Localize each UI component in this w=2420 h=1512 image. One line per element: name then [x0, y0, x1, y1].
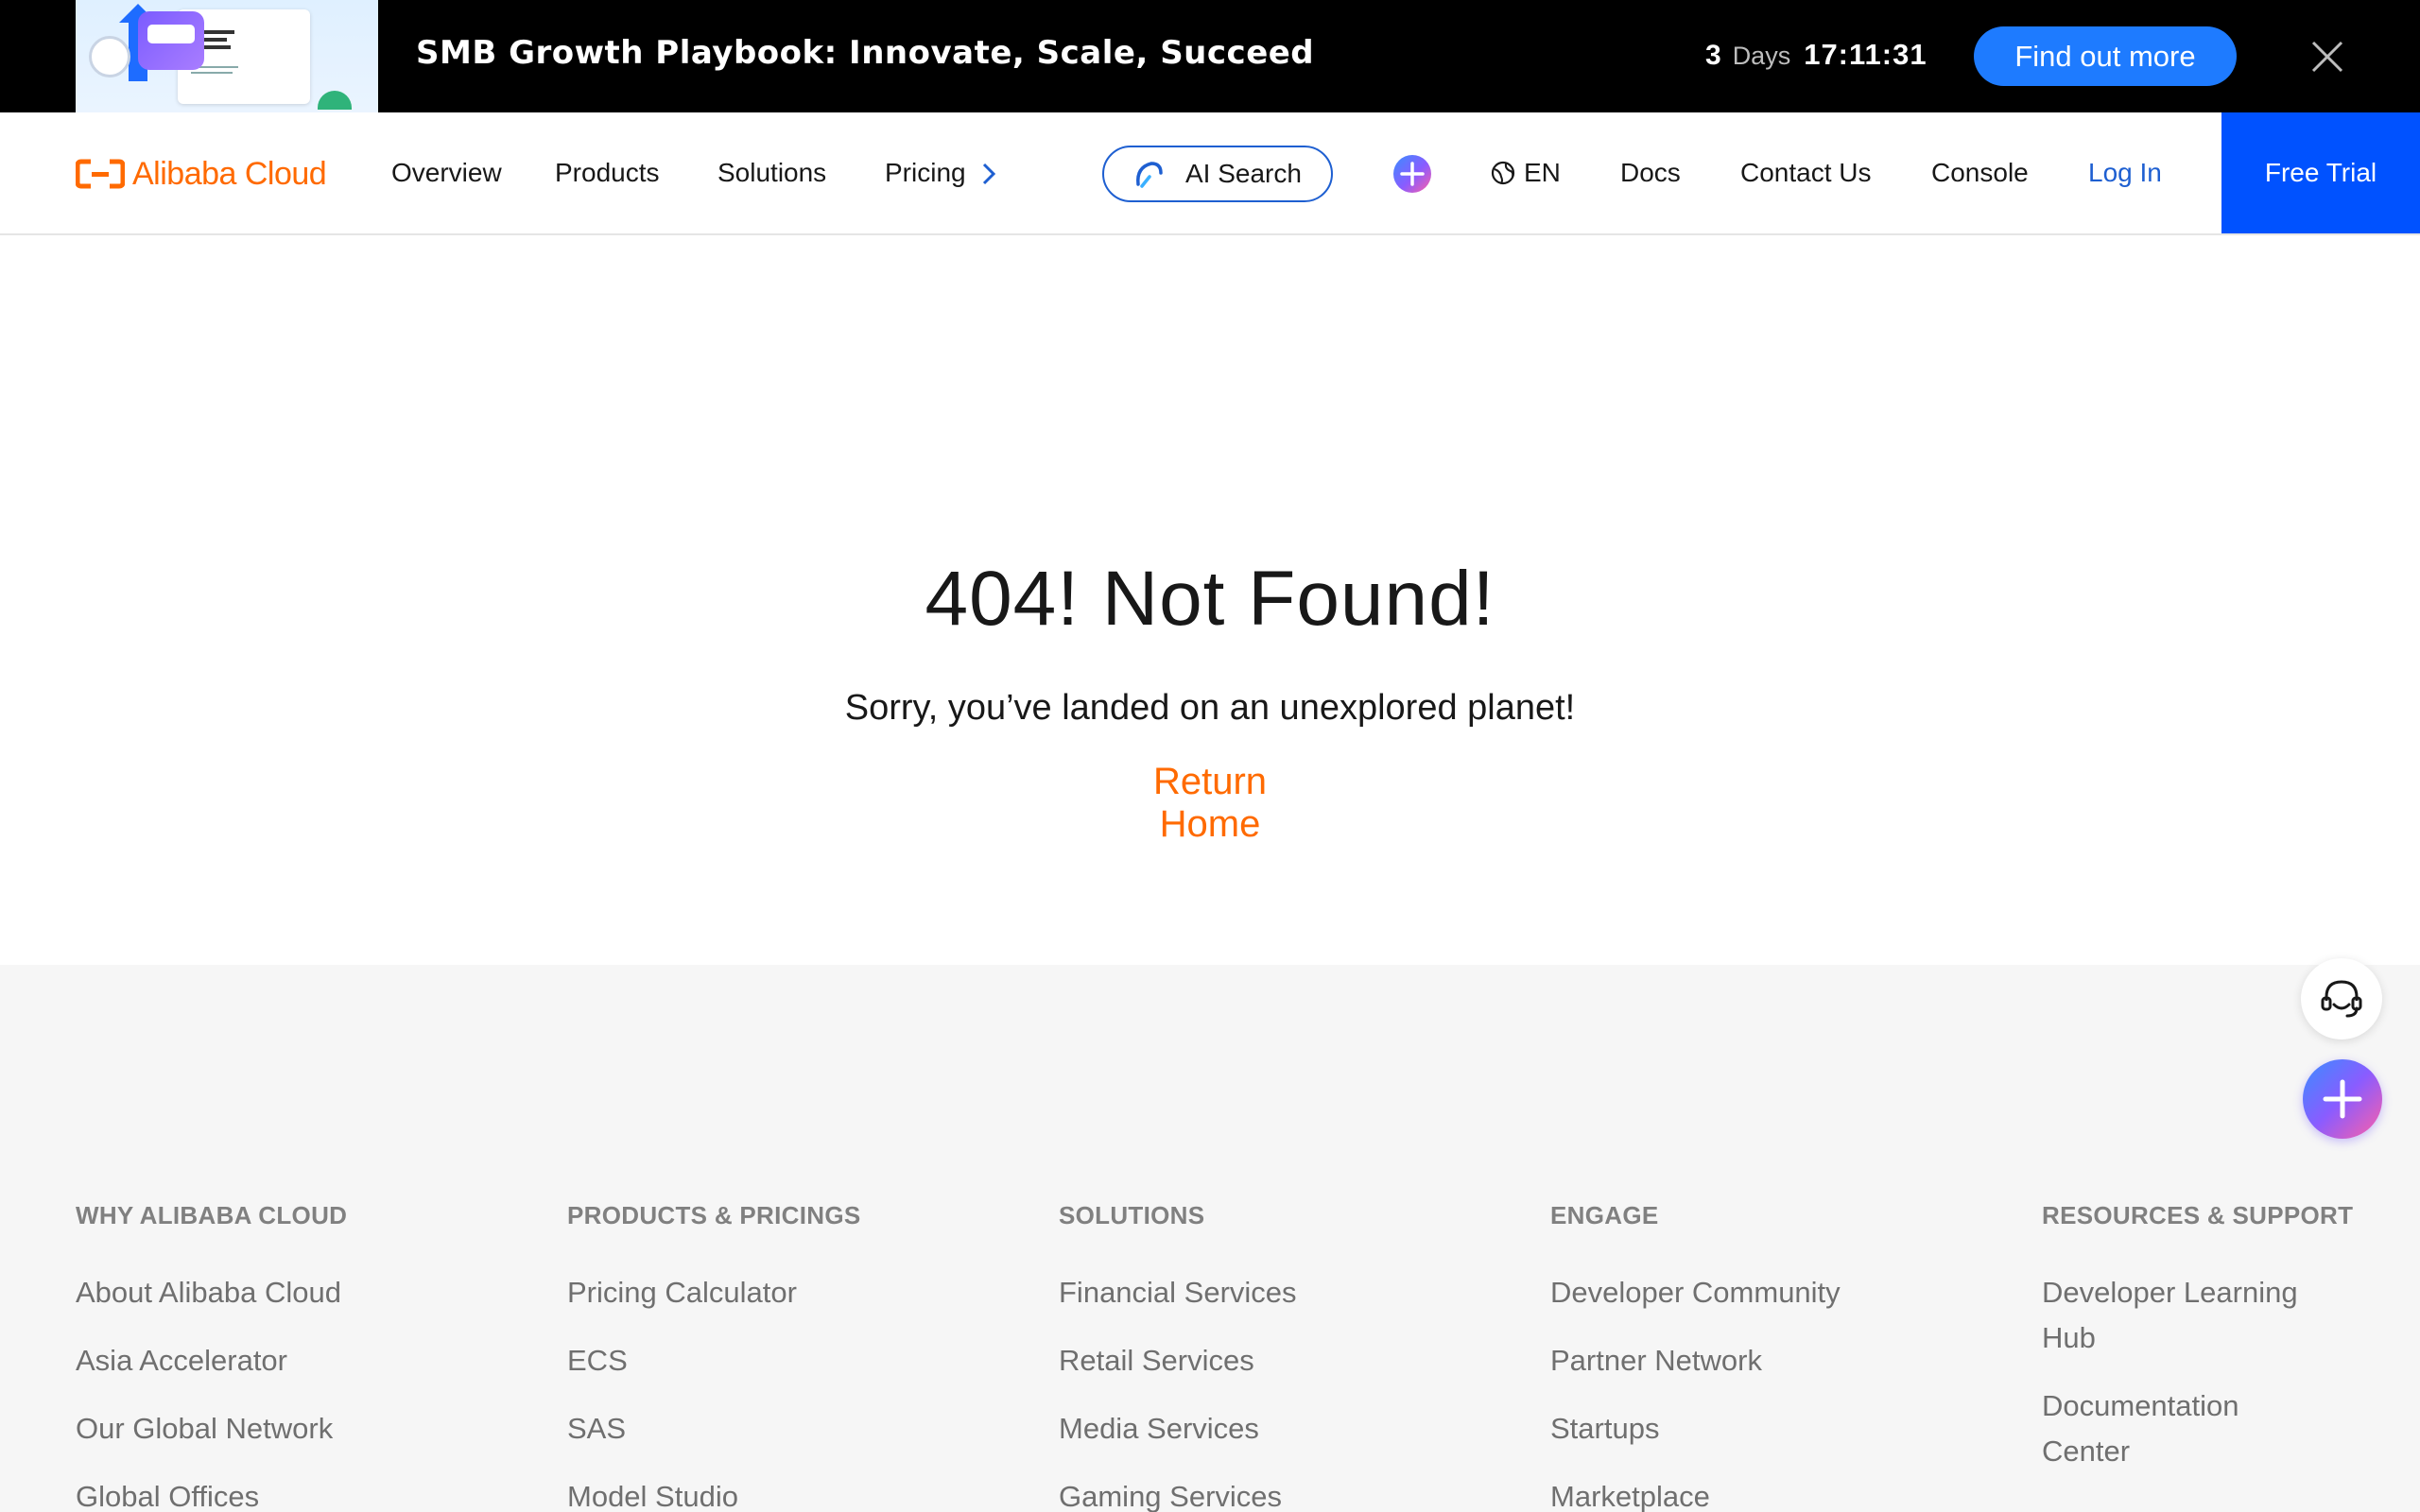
- countdown-days-label: Days: [1732, 42, 1791, 70]
- ai-search-label: AI Search: [1185, 159, 1302, 188]
- nav-overview[interactable]: Overview: [391, 158, 502, 188]
- footer-link[interactable]: ECS: [567, 1338, 983, 1383]
- footer-link[interactable]: Partner Network: [1550, 1338, 1966, 1383]
- promo-thumbnail-image[interactable]: [76, 0, 378, 112]
- footer-link[interactable]: SAS: [567, 1406, 983, 1452]
- footer-link[interactable]: Gaming Services: [1059, 1474, 1475, 1512]
- find-out-more-button[interactable]: Find out more: [1974, 26, 2237, 86]
- nav-console[interactable]: Console: [1931, 158, 2029, 188]
- footer-heading: PRODUCTS & PRICINGS: [567, 1201, 861, 1229]
- footer-link[interactable]: Retail Services: [1059, 1338, 1475, 1383]
- ai-search-button[interactable]: AI Search: [1102, 146, 1333, 202]
- footer-link[interactable]: Documentation: [2042, 1383, 2363, 1429]
- footer-link[interactable]: Center: [2042, 1429, 2363, 1474]
- footer-column-engage: ENGAGE Developer Community Partner Netwo…: [1550, 1201, 1966, 1512]
- nav-solutions[interactable]: Solutions: [717, 158, 826, 188]
- countdown-timer: 3 Days 17:11:31: [1705, 38, 1927, 72]
- footer: WHY ALIBABA CLOUD About Alibaba Cloud As…: [0, 965, 2420, 1512]
- free-trial-button[interactable]: Free Trial: [2221, 112, 2420, 233]
- footer-link[interactable]: Hub: [2042, 1315, 2363, 1361]
- nav-docs[interactable]: Docs: [1620, 158, 1681, 188]
- return-home-link[interactable]: Return Home: [1099, 761, 1321, 846]
- footer-heading: RESOURCES & SUPPORT: [2042, 1201, 2354, 1229]
- footer-heading: SOLUTIONS: [1059, 1201, 1205, 1229]
- globe-icon: [1491, 161, 1515, 185]
- footer-heading: WHY ALIBABA CLOUD: [76, 1201, 348, 1229]
- ai-assistant-floating-button[interactable]: [2303, 1059, 2382, 1139]
- nav-contact-us[interactable]: Contact Us: [1740, 158, 1872, 188]
- language-label: EN: [1524, 158, 1561, 187]
- customer-support-button[interactable]: [2301, 958, 2382, 1040]
- footer-link[interactable]: About Alibaba Cloud: [76, 1270, 492, 1315]
- footer-link[interactable]: Developer Learning: [2042, 1270, 2363, 1315]
- footer-link[interactable]: Financial Services: [1059, 1270, 1475, 1315]
- nav-pricing[interactable]: Pricing: [885, 158, 966, 188]
- footer-link[interactable]: Global Offices: [76, 1474, 492, 1512]
- logo-text: Alibaba Cloud: [132, 155, 327, 192]
- language-selector[interactable]: EN: [1490, 158, 1561, 188]
- error-title: 404! Not Found!: [925, 556, 1495, 642]
- footer-heading: ENGAGE: [1550, 1201, 1659, 1229]
- footer-column-why: WHY ALIBABA CLOUD About Alibaba Cloud As…: [76, 1201, 492, 1512]
- countdown-time: 17:11:31: [1804, 38, 1927, 71]
- footer-link[interactable]: Asia Accelerator: [76, 1338, 492, 1383]
- footer-link[interactable]: Model Studio: [567, 1474, 983, 1512]
- ai-assistant-icon[interactable]: [1393, 155, 1431, 193]
- footer-link[interactable]: Marketplace: [1550, 1474, 1966, 1512]
- promo-banner: SMB Growth Playbook: Innovate, Scale, Su…: [0, 0, 2420, 112]
- sparkle-icon: [1400, 162, 1425, 186]
- nav-products[interactable]: Products: [555, 158, 660, 188]
- phone-illustration: [138, 11, 204, 70]
- close-icon[interactable]: [2310, 40, 2344, 74]
- footer-column-products: PRODUCTS & PRICINGS Pricing Calculator E…: [567, 1201, 983, 1512]
- error-subtitle: Sorry, you’ve landed on an unexplored pl…: [844, 688, 1576, 728]
- ai-search-icon: [1136, 162, 1163, 188]
- chevron-right-icon[interactable]: [981, 162, 996, 186]
- footer-link[interactable]: Startups: [1550, 1406, 1966, 1452]
- footer-link[interactable]: Our Global Network: [76, 1406, 492, 1452]
- login-link[interactable]: Log In: [2088, 158, 2162, 188]
- headset-icon: [2321, 980, 2362, 1018]
- top-navigation: Alibaba Cloud Overview Products Solution…: [0, 112, 2420, 235]
- ai-sparkle-icon: [2323, 1079, 2362, 1119]
- error-section: 404! Not Found! Sorry, you’ve landed on …: [0, 235, 2420, 965]
- plant-illustration: [318, 91, 352, 110]
- alibaba-cloud-logo-icon: [76, 159, 125, 189]
- footer-link[interactable]: Developer Community: [1550, 1270, 1966, 1315]
- countdown-days: 3: [1705, 40, 1721, 71]
- robot-illustration: [89, 36, 130, 77]
- alibaba-cloud-logo[interactable]: Alibaba Cloud: [76, 154, 327, 194]
- footer-link[interactable]: Media Services: [1059, 1406, 1475, 1452]
- footer-link[interactable]: Pricing Calculator: [567, 1270, 983, 1315]
- footer-column-solutions: SOLUTIONS Financial Services Retail Serv…: [1059, 1201, 1475, 1512]
- promo-title: SMB Growth Playbook: Innovate, Scale, Su…: [416, 34, 1315, 72]
- footer-column-resources: RESOURCES & SUPPORT Developer Learning H…: [2042, 1201, 2363, 1474]
